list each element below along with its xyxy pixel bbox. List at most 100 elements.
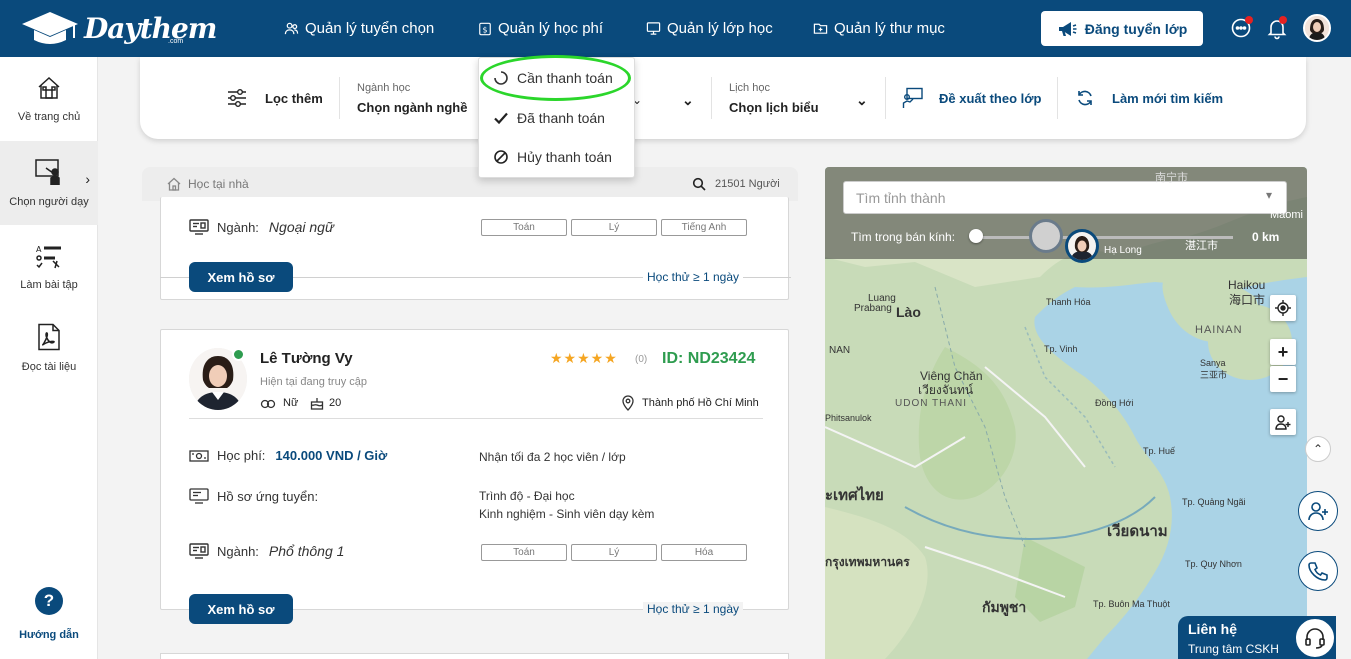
teacher-icon xyxy=(35,159,60,185)
province-search-input[interactable]: Tìm tỉnh thành ▾ xyxy=(843,181,1287,214)
menu-item-cancel-payment[interactable]: Hủy thanh toán xyxy=(479,138,636,176)
subject-tag: Tiếng Anh xyxy=(661,219,747,236)
nav-fees[interactable]: $ Quản lý học phí xyxy=(478,0,603,57)
notification-button[interactable] xyxy=(1265,16,1289,40)
map-label: เวียดนาม xyxy=(1107,523,1168,540)
online-indicator xyxy=(232,348,245,361)
sidebar-item-teacher[interactable]: Chọn người dạy › xyxy=(0,141,98,225)
profile-row: Hồ sơ ứng tuyển: xyxy=(189,488,318,504)
brand-name: Daythem xyxy=(84,11,217,45)
refresh-label: Làm mới tìm kiếm xyxy=(1112,90,1224,106)
chevron-up-icon: ⌃ xyxy=(1312,442,1324,456)
help-link[interactable]: ? Hướng dẫn xyxy=(0,587,98,641)
location-filter-label[interactable]: Học tại nhà xyxy=(188,177,249,191)
house-icon xyxy=(167,177,181,191)
subject-label: Ngành: xyxy=(217,219,259,235)
graduation-cap-icon xyxy=(22,12,78,44)
view-profile-button[interactable]: Xem hồ sơ xyxy=(189,262,293,292)
divider xyxy=(339,77,340,119)
search-icon[interactable] xyxy=(692,177,706,191)
more-filters-label: Lọc thêm xyxy=(265,90,323,106)
suggest-button[interactable]: Đề xuất theo lớp xyxy=(902,57,1041,139)
zoom-out-button[interactable]: − xyxy=(1270,366,1296,392)
sidebar-item-exercise[interactable]: A Làm bài tập xyxy=(0,225,98,309)
result-count: 21501 Người xyxy=(715,178,780,190)
sidebar-item-teacher-label: Chọn người dạy xyxy=(9,196,89,208)
add-user-icon xyxy=(1308,502,1328,521)
add-user-icon xyxy=(1275,415,1291,430)
subject-select[interactable]: Ngành học Chọn ngành nghề xyxy=(357,57,467,139)
teacher-name[interactable]: Lê Tường Vy xyxy=(260,350,353,367)
schedule-select-label: Lịch học xyxy=(729,81,770,94)
subject-select-label: Ngành học xyxy=(357,81,411,94)
chevron-down-icon[interactable]: ⌄ xyxy=(682,59,694,141)
svg-text:A: A xyxy=(36,245,42,254)
radius-label: Tìm trong bán kính: xyxy=(851,230,956,244)
sliders-icon xyxy=(228,89,246,107)
support-title: Liên hệ xyxy=(1188,621,1238,637)
education-level: Trình độ - Đại học xyxy=(479,489,575,503)
check-icon xyxy=(494,112,508,125)
teacher-gender: Nữ xyxy=(283,397,299,409)
scroll-top-button[interactable]: ⌃ xyxy=(1305,436,1331,462)
radius-value: 0 km xyxy=(1252,230,1280,244)
subject-tag: Toán xyxy=(481,544,567,561)
subject-value: Ngoại ngữ xyxy=(268,219,334,235)
map-label: 海口市 xyxy=(1229,293,1266,307)
map-label: Tp. Buôn Ma Thuột xyxy=(1093,599,1170,609)
sidebar-item-documents-label: Đọc tài liệu xyxy=(21,361,77,373)
chat-button[interactable] xyxy=(1229,16,1253,40)
brand-logo[interactable]: Daythem .com xyxy=(20,8,217,48)
fee-label: Học phí: xyxy=(217,448,266,463)
teacher-card xyxy=(160,653,789,659)
map-label: Sanya xyxy=(1200,358,1226,368)
menu-item-cancel-label: Hủy thanh toán xyxy=(517,149,612,165)
zoom-in-button[interactable]: + xyxy=(1270,339,1296,365)
filter-bar: Lọc thêm Ngành học Chọn ngành nghề ⌄ ⌄ L… xyxy=(140,57,1306,139)
map-label: Phitsanulok xyxy=(825,413,872,423)
register-user-button[interactable] xyxy=(1298,491,1338,531)
add-person-map-button[interactable] xyxy=(1270,409,1296,435)
gender-icon xyxy=(260,399,276,409)
menu-item-pending-payment[interactable]: Cần thanh toán xyxy=(479,59,636,97)
call-button[interactable] xyxy=(1298,551,1338,591)
headset-button[interactable] xyxy=(1294,617,1336,659)
phone-icon xyxy=(1308,562,1328,581)
post-class-button[interactable]: Đăng tuyển lớp xyxy=(1041,11,1203,46)
pdf-icon xyxy=(38,323,60,351)
subject-tag: Lý xyxy=(571,544,657,561)
map-pin[interactable] xyxy=(1065,229,1099,263)
my-location-button[interactable] xyxy=(1270,295,1296,321)
sidebar-item-home[interactable]: Về trang chủ xyxy=(0,57,98,141)
nav-folders-label: Quản lý thư mục xyxy=(834,20,945,37)
menu-item-paid[interactable]: Đã thanh toán xyxy=(479,99,636,137)
notification-badge xyxy=(1279,16,1287,24)
map-label: ะเทศไทย xyxy=(825,487,884,504)
map-label: Tp. Vinh xyxy=(1044,344,1078,354)
subject-row: Ngành: Phổ thông 1 xyxy=(189,543,344,559)
nav-classes[interactable]: Quản lý lớp học xyxy=(646,0,773,57)
nav-recruit-label: Quản lý tuyển chọn xyxy=(305,20,435,37)
sidebar-item-documents[interactable]: Đọc tài liệu xyxy=(0,309,98,387)
cake-icon xyxy=(310,398,324,410)
rating-count: (0) xyxy=(635,354,648,365)
nav-folders[interactable]: Quản lý thư mục xyxy=(813,0,945,57)
refresh-button[interactable]: Làm mới tìm kiếm xyxy=(1076,57,1223,139)
crosshair-icon xyxy=(1275,300,1291,316)
more-filters-button[interactable]: Lọc thêm xyxy=(226,57,323,139)
radius-slider-thumb[interactable] xyxy=(969,229,983,243)
map-panel[interactable]: Tìm tỉnh thành ▾ Tìm trong bán kính: 0 k… xyxy=(825,167,1307,659)
teacher-card: Lê Tường Vy Hiện tại đang truy cập Nữ 20… xyxy=(160,329,789,624)
nav-recruit[interactable]: Quản lý tuyển chọn xyxy=(284,0,434,57)
schedule-select[interactable]: Lịch học Chọn lịch biểu xyxy=(729,57,819,139)
nav-fees-label: Quản lý học phí xyxy=(498,20,604,37)
map-pin[interactable] xyxy=(1029,219,1063,253)
document-screen-icon xyxy=(189,488,209,504)
support-widget[interactable]: Liên hệ Trung tâm CSKH xyxy=(1178,616,1336,659)
chevron-down-icon[interactable]: ⌄ xyxy=(856,59,868,141)
user-avatar[interactable] xyxy=(1303,14,1331,42)
view-profile-button[interactable]: Xem hồ sơ xyxy=(189,594,293,624)
chat-badge xyxy=(1245,16,1253,24)
divider xyxy=(711,77,712,119)
map-label: Maomi xyxy=(1270,209,1304,221)
